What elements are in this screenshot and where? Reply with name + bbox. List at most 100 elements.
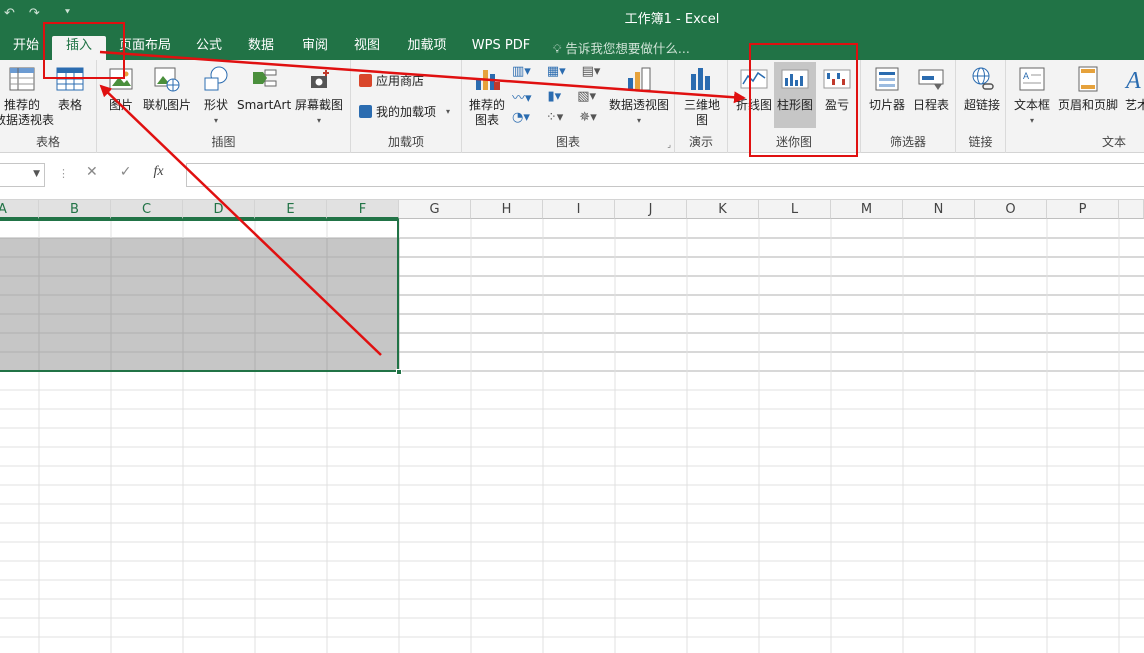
- puzzle-icon: [359, 105, 372, 118]
- tab-view[interactable]: 视图: [346, 36, 388, 60]
- radar-chart-icon[interactable]: ✵▾: [579, 110, 596, 125]
- line-chart-icon[interactable]: 〰▾: [512, 87, 532, 106]
- chart-types-row-2: 〰▾ ▮▾ ▧▾: [512, 87, 596, 106]
- annotation-box-insert-tab: [43, 22, 125, 79]
- column-header-p[interactable]: P: [1047, 200, 1119, 219]
- timeline-icon: [918, 69, 944, 90]
- fill-handle[interactable]: [396, 369, 402, 375]
- tab-addins[interactable]: 加载项: [400, 36, 454, 60]
- group-addins: 应用商店 我的加载项 ▾ 加载项: [351, 60, 462, 153]
- column-header-j[interactable]: J: [615, 200, 687, 219]
- tab-home[interactable]: 开始: [6, 36, 46, 60]
- tab-review[interactable]: 审阅: [294, 36, 336, 60]
- column-header-d[interactable]: D: [183, 200, 255, 219]
- smartart-button[interactable]: SmartArt: [237, 64, 291, 113]
- table-label: 表格: [57, 98, 82, 112]
- wordart-label: 艺术: [1124, 98, 1144, 112]
- group-text: A 文本框 ▾ 页眉和页脚 A 艺术 文本: [1006, 60, 1144, 153]
- column-header-e[interactable]: E: [255, 200, 327, 219]
- 3d-map-button[interactable]: 三维地 图: [681, 64, 723, 128]
- recommended-charts-icon: [476, 70, 500, 90]
- name-box[interactable]: ▼: [0, 163, 45, 187]
- hyperlink-button[interactable]: 超链接: [960, 64, 1004, 113]
- chevron-down-icon[interactable]: ▼: [33, 169, 40, 179]
- wordart-button[interactable]: A 艺术: [1120, 64, 1144, 113]
- store-button[interactable]: 应用商店: [359, 72, 424, 89]
- tab-data[interactable]: 数据: [240, 36, 282, 60]
- column-header-l[interactable]: L: [759, 200, 831, 219]
- column-header-m[interactable]: M: [831, 200, 903, 219]
- column-header-i[interactable]: I: [543, 200, 615, 219]
- tell-me-box[interactable]: 💡︎ 告诉我您想要做什么...: [553, 38, 690, 57]
- column-chart-icon[interactable]: ▥▾: [512, 64, 531, 79]
- formula-input[interactable]: [186, 163, 1144, 187]
- shapes-icon: [204, 66, 228, 91]
- cancel-icon[interactable]: ✕: [86, 164, 98, 180]
- slicer-button[interactable]: 切片器: [867, 64, 907, 113]
- header-footer-button[interactable]: 页眉和页脚: [1054, 64, 1122, 113]
- column-header-filler: [1119, 200, 1144, 219]
- textbox-button[interactable]: A 文本框 ▾: [1012, 64, 1052, 128]
- online-picture-button[interactable]: 联机图片: [141, 64, 193, 113]
- recommended-charts-button[interactable]: 推荐的 图表: [466, 64, 508, 128]
- chevron-down-icon: ▾: [636, 116, 641, 125]
- shapes-button[interactable]: 形状 ▾: [199, 64, 233, 128]
- screenshot-button[interactable]: 屏幕截图 ▾: [293, 64, 345, 128]
- tab-wps-pdf[interactable]: WPS PDF: [466, 36, 536, 60]
- pivot-chart-label: 数据透视图: [608, 98, 669, 112]
- waterfall-chart-icon[interactable]: ▤▾: [582, 64, 601, 79]
- column-header-b[interactable]: B: [39, 200, 111, 219]
- more-icon: ⋮: [58, 167, 69, 180]
- timeline-button[interactable]: 日程表: [911, 64, 951, 113]
- group-tours-label: 演示: [688, 135, 713, 149]
- group-addins-label: 加载项: [387, 135, 424, 149]
- store-label: 应用商店: [376, 74, 425, 88]
- pie-chart-icon[interactable]: ◔▾: [512, 110, 530, 125]
- hierarchy-chart-icon[interactable]: ▦▾: [547, 64, 566, 79]
- column-header-a[interactable]: A: [0, 200, 39, 219]
- fx-icon[interactable]: fx: [153, 164, 163, 180]
- slicer-icon: [875, 67, 899, 91]
- column-header-o[interactable]: O: [975, 200, 1047, 219]
- tab-formulas[interactable]: 公式: [188, 36, 230, 60]
- camera-icon: [311, 70, 329, 88]
- column-header-h[interactable]: H: [471, 200, 543, 219]
- column-header-k[interactable]: K: [687, 200, 759, 219]
- column-header-c[interactable]: C: [111, 200, 183, 219]
- dialog-launcher-icon[interactable]: ⌟: [667, 140, 671, 149]
- wordart-icon: A: [1124, 68, 1141, 94]
- group-tables-label: 表格: [35, 135, 60, 149]
- enter-icon[interactable]: ✓: [120, 164, 132, 180]
- tell-me-text: 告诉我您想要做什么...: [565, 41, 690, 56]
- chevron-down-icon: ▾: [446, 107, 451, 116]
- statistic-chart-icon[interactable]: ▮▾: [548, 89, 562, 104]
- pivot-chart-button[interactable]: 数据透视图 ▾: [608, 64, 670, 128]
- window-title: 工作簿1 - Excel: [624, 12, 720, 27]
- my-addins-label: 我的加载项: [376, 105, 437, 119]
- svg-text:A: A: [1023, 71, 1029, 81]
- pivot-table-icon: [9, 67, 35, 91]
- recommended-pivot-label: 推荐的 数据透视表: [0, 98, 55, 127]
- formula-bar: ▼ ⋮ ✕ ✓ fx: [0, 154, 1144, 200]
- chart-types-row-3: ◔▾ ⁘▾ ✵▾: [512, 110, 597, 125]
- scatter-chart-icon[interactable]: ⁘▾: [546, 110, 563, 125]
- group-links: 超链接 链接: [956, 60, 1006, 153]
- recommended-charts-label: 推荐的 图表: [468, 98, 505, 127]
- my-addins-button[interactable]: 我的加载项 ▾: [359, 103, 450, 120]
- group-illustrations-label: 插图: [211, 135, 236, 149]
- timeline-label: 日程表: [912, 98, 949, 112]
- group-charts: 推荐的 图表 ▥▾ ▦▾ ▤▾ 〰▾ ▮▾ ▧▾ ◔▾ ⁘▾ ✵▾ 数据透视图 …: [462, 60, 675, 153]
- column-header-n[interactable]: N: [903, 200, 975, 219]
- column-header-g[interactable]: G: [399, 200, 471, 219]
- ribbon: 推荐的 数据透视表 表格 表格 图片 联机图片 形状 ▾ SmartArt 屏幕…: [0, 60, 1144, 153]
- pivot-chart-icon: [628, 67, 651, 91]
- smartart-icon: [253, 69, 277, 87]
- group-charts-label: 图表: [555, 135, 580, 149]
- header-footer-icon: [1078, 66, 1098, 92]
- combo-chart-icon[interactable]: ▧▾: [577, 89, 596, 104]
- group-text-label: 文本: [1101, 135, 1126, 149]
- lightbulb-icon: 💡︎: [553, 42, 562, 56]
- column-header-f[interactable]: F: [327, 200, 399, 219]
- slicer-label: 切片器: [868, 98, 905, 112]
- group-filters: 切片器 日程表 筛选器: [861, 60, 956, 153]
